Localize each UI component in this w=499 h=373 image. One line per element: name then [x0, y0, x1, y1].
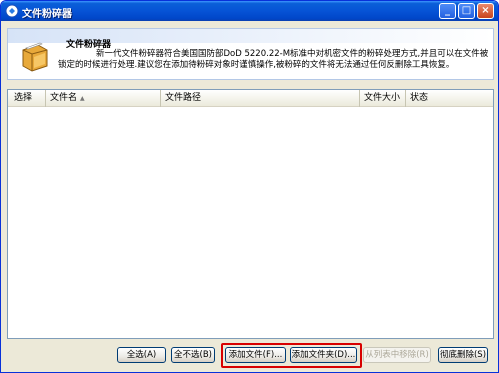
window-title: 文件粉碎器 [22, 9, 72, 20]
header-description: 新一代文件粉碎器符合美国国防部DoD 5220.22-M标准中对机密文件的粉碎处… [58, 49, 489, 70]
shredder-app-icon [5, 4, 19, 18]
close-button[interactable]: × [477, 3, 494, 19]
select-none-button[interactable]: 全不选(B) [171, 347, 215, 363]
description-panel: 文件粉碎器 新一代文件粉碎器符合美国国防部DoD 5220.22-M标准中对机密… [7, 28, 494, 80]
highlight-box [221, 343, 362, 368]
column-header-filesize[interactable]: 文件大小 [360, 90, 406, 107]
column-label-filepath: 文件路径 [165, 93, 202, 103]
column-header-filepath[interactable]: 文件路径 [161, 90, 360, 107]
title-bar[interactable]: 文件粉碎器 _ □ × [1, 1, 498, 21]
column-label-filename: 文件名 [50, 93, 78, 103]
maximize-button[interactable]: □ [458, 3, 475, 19]
column-label-filesize: 文件大小 [364, 93, 401, 103]
column-label-status: 状态 [410, 93, 429, 103]
select-all-button[interactable]: 全选(A) [117, 347, 166, 363]
column-label-select: 选择 [14, 93, 33, 103]
column-header-filename[interactable]: 文件名 ▲ [46, 90, 161, 107]
column-header-status[interactable]: 状态 [406, 90, 493, 107]
shredder-folder-icon [22, 42, 48, 72]
remove-from-list-button: 从列表中移除(R) [363, 347, 431, 363]
table-header: 选择 文件名 ▲ 文件路径 文件大小 状态 [8, 90, 493, 107]
minimize-button[interactable]: _ [439, 3, 456, 19]
column-header-select[interactable]: 选择 [8, 90, 46, 107]
file-list-table[interactable]: 选择 文件名 ▲ 文件路径 文件大小 状态 [7, 89, 494, 339]
file-shredder-window: 文件粉碎器 _ □ × 文件粉碎器 新一代文件粉碎器符合美国国防部DoD 522… [0, 0, 499, 373]
sort-ascending-icon: ▲ [80, 95, 85, 102]
shred-button[interactable]: 彻底删除(S) [438, 347, 488, 363]
